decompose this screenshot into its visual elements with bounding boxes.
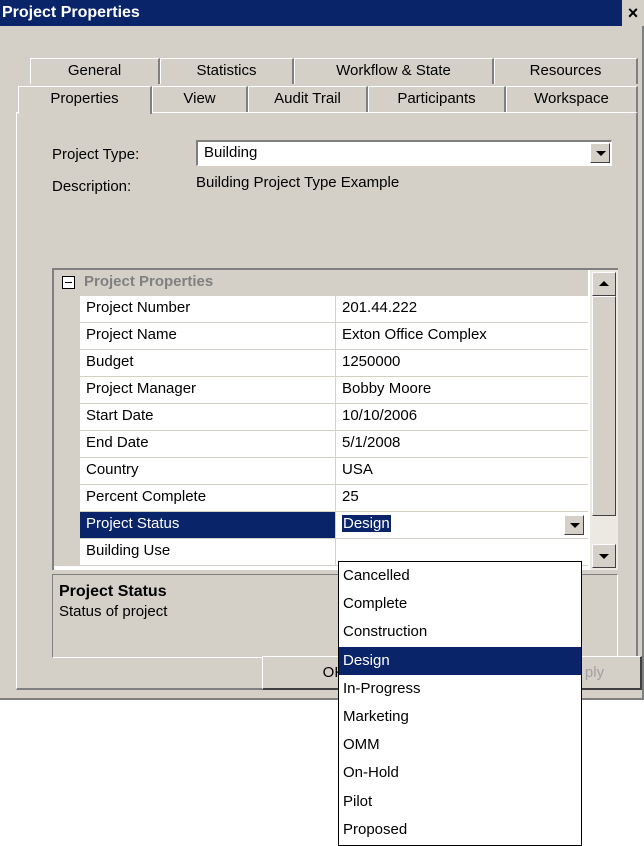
- grid-row[interactable]: Budget 1250000: [54, 350, 588, 377]
- property-name: Project Name: [80, 323, 336, 350]
- property-name: Country: [80, 458, 336, 485]
- dropdown-option[interactable]: OMM: [339, 731, 581, 759]
- collapse-icon[interactable]: [62, 276, 75, 289]
- tab-workspace[interactable]: Workspace: [506, 86, 638, 112]
- title-bar: Project Properties ×: [0, 0, 644, 26]
- property-name: Project Status: [80, 512, 336, 539]
- tab-general[interactable]: General: [30, 58, 160, 84]
- property-value[interactable]: 25: [336, 485, 588, 512]
- property-value[interactable]: USA: [336, 458, 588, 485]
- tab-resources[interactable]: Resources: [494, 58, 638, 84]
- property-name: Building Use: [80, 539, 336, 566]
- dropdown-option-highlighted[interactable]: Design: [339, 646, 581, 675]
- grid-row[interactable]: Start Date 10/10/2006: [54, 404, 588, 431]
- property-value[interactable]: Bobby Moore: [336, 377, 588, 404]
- property-value[interactable]: 1250000: [336, 350, 588, 377]
- window-title: Project Properties: [2, 4, 140, 21]
- tab-participants[interactable]: Participants: [368, 86, 506, 112]
- help-text: Status of project: [59, 603, 168, 620]
- grid-row[interactable]: Project Number 201.44.222: [54, 296, 588, 323]
- property-name: End Date: [80, 431, 336, 458]
- scroll-thumb[interactable]: [592, 296, 616, 516]
- property-name: Start Date: [80, 404, 336, 431]
- grid-row[interactable]: Country USA: [54, 458, 588, 485]
- dropdown-option[interactable]: Cancelled: [339, 562, 581, 590]
- property-value[interactable]: 5/1/2008: [336, 431, 588, 458]
- property-grid: Project Properties Project Number 201.44…: [52, 268, 618, 570]
- grid-row[interactable]: End Date 5/1/2008: [54, 431, 588, 458]
- tab-workflow-state[interactable]: Workflow & State: [294, 58, 494, 84]
- grid-section-title: Project Properties: [84, 273, 214, 290]
- grid-row-selected[interactable]: Project Status Design: [54, 512, 588, 539]
- tab-view[interactable]: View: [152, 86, 248, 112]
- grid-row[interactable]: Percent Complete 25: [54, 485, 588, 512]
- project-type-select[interactable]: Building: [196, 140, 612, 166]
- project-type-label: Project Type:: [52, 146, 140, 163]
- scroll-up-icon[interactable]: [592, 272, 616, 296]
- property-name: Percent Complete: [80, 485, 336, 512]
- dropdown-option[interactable]: Proposed: [339, 816, 581, 844]
- property-name: Project Number: [80, 296, 336, 323]
- description-value: Building Project Type Example: [196, 174, 400, 191]
- chevron-down-icon[interactable]: [590, 143, 610, 163]
- dropdown-option[interactable]: Complete: [339, 590, 581, 618]
- help-title: Project Status: [59, 583, 167, 600]
- grid-scrollbar[interactable]: [590, 270, 618, 570]
- dropdown-option[interactable]: Construction: [339, 618, 581, 646]
- project-status-dropdown: Cancelled Complete Construction Design I…: [338, 561, 582, 846]
- property-value[interactable]: 10/10/2006: [336, 404, 588, 431]
- property-name: Project Manager: [80, 377, 336, 404]
- grid-row[interactable]: Project Name Exton Office Complex: [54, 323, 588, 350]
- close-icon[interactable]: ×: [622, 0, 644, 26]
- dropdown-option[interactable]: Pilot: [339, 788, 581, 816]
- property-value[interactable]: Exton Office Complex: [336, 323, 588, 350]
- dropdown-option[interactable]: On-Hold: [339, 759, 581, 787]
- scroll-down-icon[interactable]: [592, 544, 616, 568]
- property-value: Design: [342, 515, 391, 532]
- grid-section-header[interactable]: Project Properties: [54, 270, 588, 296]
- property-value[interactable]: 201.44.222: [336, 296, 588, 323]
- tab-statistics[interactable]: Statistics: [160, 58, 294, 84]
- property-value-editor[interactable]: Design: [336, 512, 588, 539]
- chevron-down-icon[interactable]: [564, 515, 584, 535]
- description-label: Description:: [52, 178, 132, 195]
- project-type-value: Building: [204, 144, 258, 161]
- tab-audit-trail[interactable]: Audit Trail: [248, 86, 368, 112]
- dropdown-option[interactable]: In-Progress: [339, 675, 581, 703]
- property-name: Budget: [80, 350, 336, 377]
- dropdown-option[interactable]: Marketing: [339, 703, 581, 731]
- tab-properties[interactable]: Properties: [18, 86, 152, 114]
- grid-row[interactable]: Project Manager Bobby Moore: [54, 377, 588, 404]
